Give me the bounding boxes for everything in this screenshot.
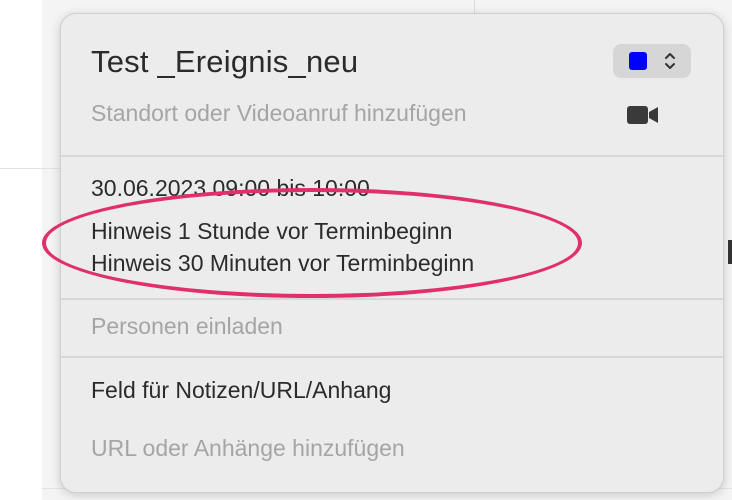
calendar-color-picker[interactable] bbox=[613, 44, 691, 78]
calendar-color-swatch bbox=[629, 52, 647, 70]
alert-item[interactable]: Hinweis 1 Stunde vor Terminbeginn bbox=[91, 218, 452, 245]
location-input[interactable]: Standort oder Videoanruf hinzufügen bbox=[91, 100, 467, 127]
background-edge-mark bbox=[728, 240, 732, 264]
event-title[interactable]: Test _Ereignis_neu bbox=[91, 44, 358, 80]
section-divider bbox=[61, 356, 723, 358]
invitees-input[interactable]: Personen einladen bbox=[91, 313, 283, 340]
notes-field[interactable]: Feld für Notizen/URL/Anhang bbox=[91, 377, 391, 404]
chevron-up-down-icon bbox=[665, 53, 675, 69]
background-left-panel bbox=[0, 0, 42, 500]
event-popover: Test _Ereignis_neu Standort oder Videoan… bbox=[60, 13, 724, 493]
background-divider bbox=[0, 168, 60, 169]
alert-item[interactable]: Hinweis 30 Minuten vor Terminbeginn bbox=[91, 250, 474, 277]
video-camera-icon[interactable] bbox=[627, 104, 659, 126]
background-divider bbox=[474, 0, 475, 14]
section-divider bbox=[61, 298, 723, 300]
section-divider bbox=[61, 155, 723, 157]
url-input[interactable]: URL oder Anhänge hinzufügen bbox=[91, 435, 405, 462]
event-date-time[interactable]: 30.06.2023 09:00 bis 10:00 bbox=[91, 175, 370, 202]
